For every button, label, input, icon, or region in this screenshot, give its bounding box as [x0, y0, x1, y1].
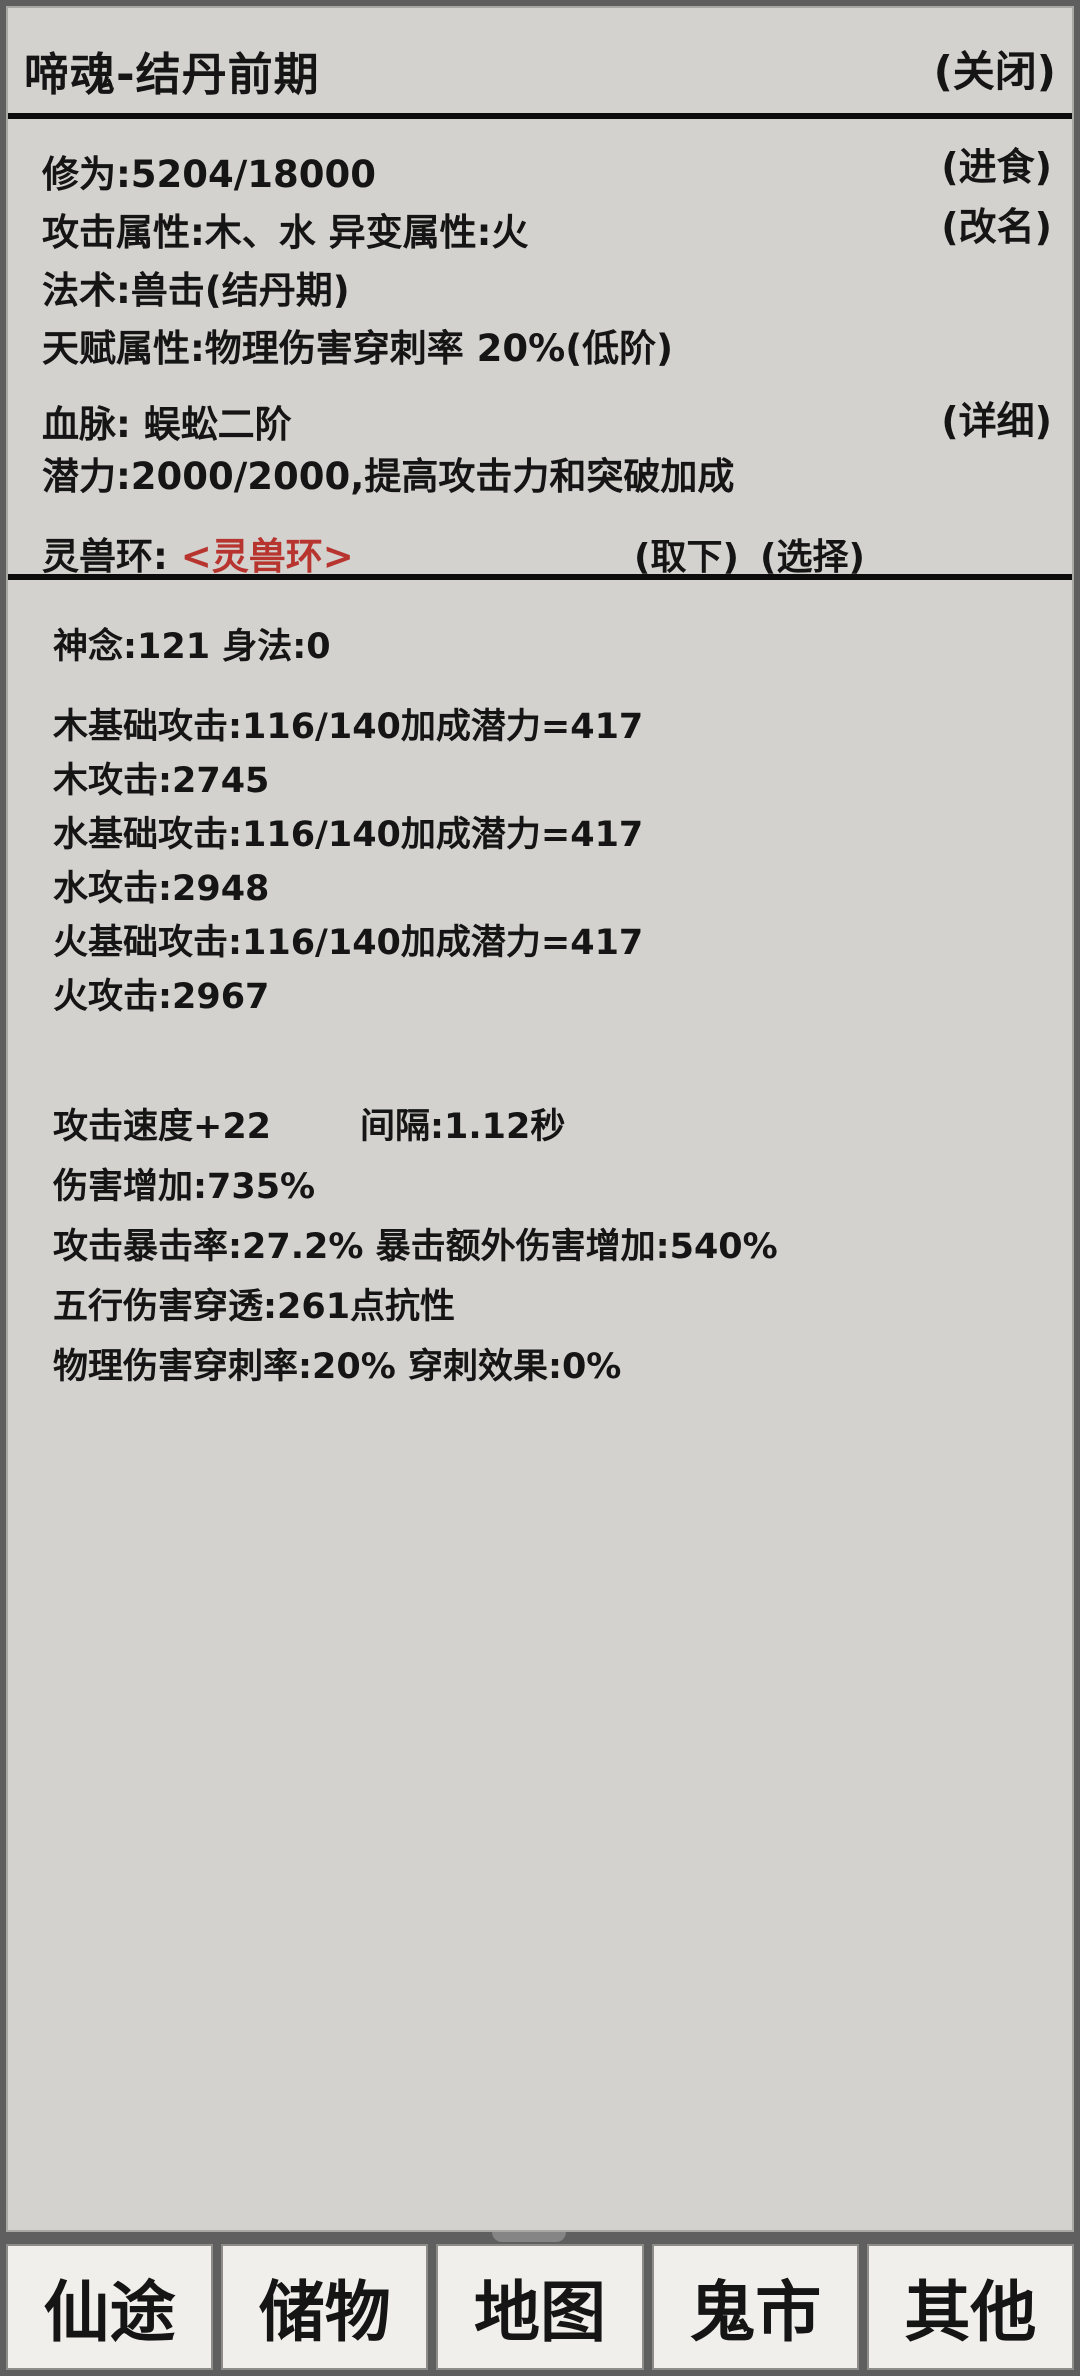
damage-increase: 伤害增加:735%	[53, 1167, 316, 1207]
bloodline-text: 血脉: 蜈蚣二阶	[42, 403, 292, 446]
fire-base-attack: 火基础攻击:116/140加成潜力=417	[53, 923, 644, 963]
rename-button[interactable]: (改名)	[941, 196, 1052, 251]
beast-ring-row: 灵兽环: <灵兽环>	[42, 526, 354, 580]
close-button[interactable]: (关闭)	[934, 38, 1056, 99]
select-button[interactable]: (选择)	[760, 528, 865, 580]
nav-ghost-market[interactable]: 鬼市	[651, 2244, 859, 2370]
spirit-move-text: 神念:121 身法:0	[53, 627, 331, 667]
talent-text: 天赋属性:物理伤害穿刺率 20%(低阶)	[42, 327, 674, 370]
beast-ring-label: 灵兽环:	[42, 535, 168, 578]
elemental-penetration: 五行伤害穿透:261点抗性	[53, 1287, 456, 1327]
header-divider	[8, 113, 1072, 119]
water-base-attack: 水基础攻击:116/140加成潜力=417	[53, 815, 644, 855]
wood-attack: 木攻击:2745	[53, 761, 270, 801]
info-divider	[8, 574, 1072, 580]
physical-pierce: 物理伤害穿刺率:20% 穿刺效果:0%	[53, 1347, 622, 1387]
remove-button[interactable]: (取下)	[634, 528, 739, 580]
beast-ring-value[interactable]: <灵兽环>	[181, 535, 354, 578]
nav-xiantu[interactable]: 仙途	[6, 2244, 214, 2370]
detail-button[interactable]: (详细)	[941, 390, 1052, 445]
potential-text: 潜力:2000/2000,提高攻击力和突破加成	[42, 455, 735, 498]
pet-title: 啼魂-结丹前期	[24, 48, 320, 101]
attack-speed: 攻击速度+22	[53, 1107, 272, 1147]
spell-text: 法术:兽击(结丹期)	[42, 269, 350, 312]
pet-detail-panel: 啼魂-结丹前期 (关闭) 修为:5204/18000 (进食) 攻击属性:木、水…	[6, 6, 1074, 2232]
crit-stats: 攻击暴击率:27.2% 暴击额外伤害增加:540%	[53, 1227, 778, 1267]
nav-notch	[492, 2232, 566, 2242]
fire-attack: 火攻击:2967	[53, 977, 270, 1017]
wood-base-attack: 木基础攻击:116/140加成潜力=417	[53, 707, 644, 747]
nav-other[interactable]: 其他	[866, 2244, 1075, 2370]
attributes-text: 攻击属性:木、水 异变属性:火	[42, 211, 529, 254]
bottom-navigation: 仙途 储物 地图 鬼市 其他	[6, 2244, 1075, 2370]
nav-map[interactable]: 地图	[436, 2244, 644, 2370]
cultivation-text: 修为:5204/18000	[42, 153, 377, 196]
water-attack: 水攻击:2948	[53, 869, 270, 909]
feed-button[interactable]: (进食)	[941, 136, 1052, 191]
attack-interval: 间隔:1.12秒	[360, 1107, 566, 1147]
nav-storage[interactable]: 储物	[221, 2244, 429, 2370]
